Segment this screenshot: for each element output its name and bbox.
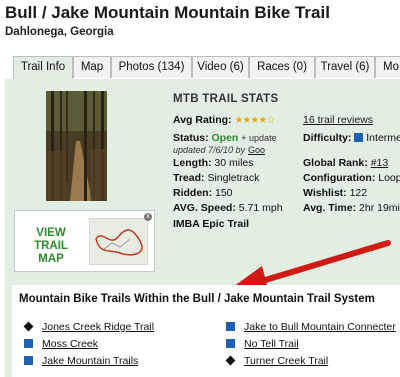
trail-system-box: Mountain Bike Trails Within the Bull / J… [12,285,400,377]
square-icon [226,322,235,331]
trail-system-heading: Mountain Bike Trails Within the Bull / J… [19,293,375,305]
diamond-icon [23,321,34,332]
square-icon [24,339,33,348]
square-icon [226,339,235,348]
square-icon [24,356,33,365]
diamond-icon [225,355,236,366]
